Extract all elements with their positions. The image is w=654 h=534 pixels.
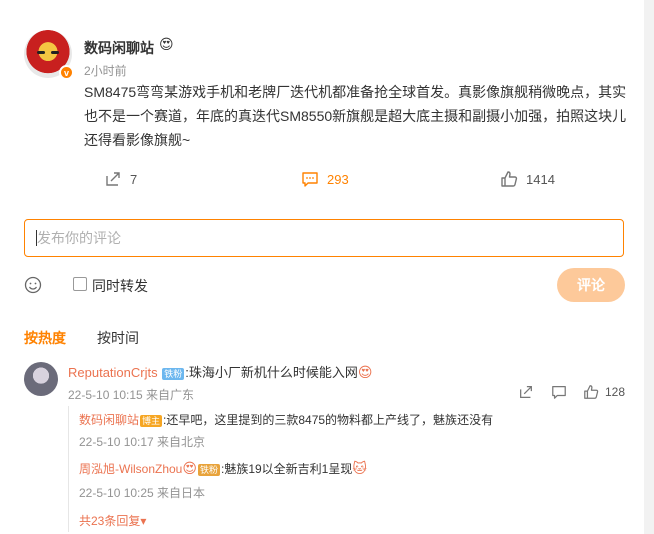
reply-text: :还早吧，这里提到的三款8475的物料都上产线了，魅族还没有 <box>163 413 494 427</box>
scrollbar-track[interactable] <box>644 0 654 534</box>
reply-line: 周泓旭-WilsonZhou😍 铁粉:魅族19以全新吉利1呈现🐱 <box>79 460 367 477</box>
repost-checkbox-label[interactable]: 同时转发 <box>92 276 148 296</box>
author-name[interactable]: 数码闲聊站 <box>84 38 154 58</box>
commenter-avatar[interactable] <box>24 362 58 396</box>
reply-repost-icon[interactable] <box>518 384 534 400</box>
comment-like-button[interactable]: 128 <box>583 384 625 400</box>
comment-meta: 22-5-10 10:15 来自广东 <box>68 388 195 402</box>
text-cursor <box>36 230 37 246</box>
reply-line: 数码闲聊站 博主:还早吧，这里提到的三款8475的物料都上产线了，魅族还没有 <box>79 411 493 428</box>
tab-sort-time[interactable]: 按时间 <box>97 328 139 348</box>
tab-sort-hot[interactable]: 按热度 <box>24 328 66 348</box>
submit-comment-button[interactable]: 评论 <box>557 268 625 302</box>
comment-button[interactable]: 293 <box>301 170 349 188</box>
verified-badge: v <box>59 65 74 80</box>
reply-meta: 22-5-10 10:17 来自北京 <box>79 435 206 449</box>
emoji-icon[interactable] <box>24 276 42 294</box>
cat-emoji-icon: 🐱 <box>352 460 367 476</box>
reply-text: :魅族19以全新吉利1呈现 <box>220 462 353 476</box>
comment-line: ReputationCrjts 铁粉:珠海小厂新机什么时候能入网😍 <box>68 362 372 381</box>
repost-count: 7 <box>130 171 138 187</box>
avatar-eye-right <box>51 51 59 54</box>
fan-badge: 铁粉 <box>162 367 185 380</box>
reply-comment-icon[interactable] <box>551 384 567 400</box>
avatar-eye-left <box>37 51 45 54</box>
blogger-badge: 博主 <box>140 414 163 427</box>
author-avatar[interactable]: v <box>24 30 74 80</box>
commenter-name[interactable]: ReputationCrjts <box>68 365 158 380</box>
repost-checkbox[interactable] <box>73 277 87 291</box>
repost-button[interactable]: 7 <box>104 170 137 188</box>
post-text: SM8475弯弯某游戏手机和老牌厂迭代机都准备抢全球首发。真影像旗舰稍微晚点，其… <box>84 84 627 148</box>
comment-text: :珠海小厂新机什么时候能入网 <box>185 365 358 380</box>
like-count: 1414 <box>526 171 555 187</box>
comment-icon <box>302 172 318 187</box>
author-emoji-icon: 😍 <box>159 36 174 52</box>
reply-meta: 22-5-10 10:25 来自日本 <box>79 486 206 500</box>
thumbs-up-icon <box>501 171 518 187</box>
comment-count: 293 <box>327 171 349 187</box>
post-time[interactable]: 2小时前 <box>84 62 127 79</box>
more-replies-label: 共23条回复 <box>79 514 141 528</box>
like-button[interactable]: 1414 <box>500 170 555 188</box>
caret-down-icon: ▾ <box>140 514 147 528</box>
more-replies-link[interactable]: 共23条回复▾ <box>79 512 146 529</box>
reply-author[interactable]: 数码闲聊站 <box>79 413 139 427</box>
comment-input[interactable] <box>24 219 624 257</box>
heart-eyes-emoji-icon: 😍 <box>357 364 373 380</box>
heart-eyes-emoji-icon: 😍 <box>182 460 197 476</box>
reply-author[interactable]: 周泓旭-WilsonZhou <box>79 462 182 476</box>
thumbs-up-icon <box>584 385 599 399</box>
fan-badge: 铁粉 <box>197 463 220 476</box>
repost-icon <box>106 172 120 186</box>
comment-like-count: 128 <box>605 385 626 399</box>
